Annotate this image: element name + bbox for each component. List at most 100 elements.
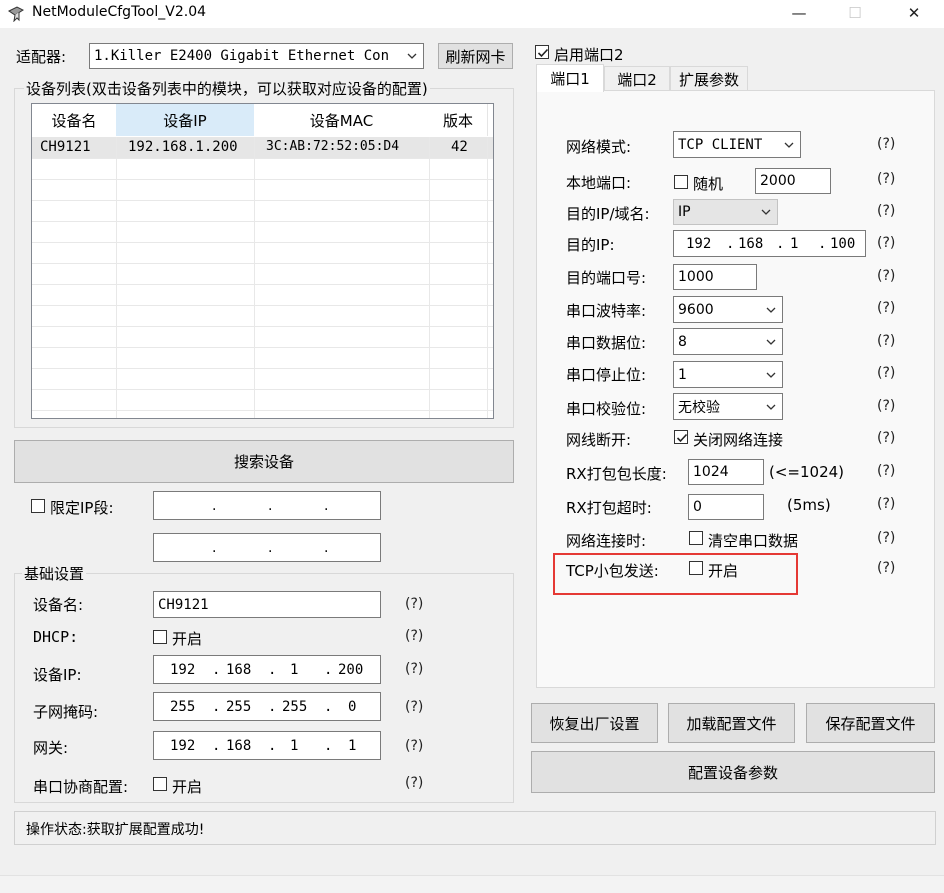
close-connection-label: 关闭网络连接 <box>693 431 784 449</box>
table-row[interactable]: CH9121 192.168.1.200 3C:AB:72:52:05:D4 4… <box>32 137 493 158</box>
tab-port1[interactable]: 端口1 <box>536 64 604 92</box>
net-connect-label: 网络连接时: <box>566 532 647 550</box>
help-tcp-small-packet[interactable]: (?) <box>877 560 895 576</box>
help-net-connect[interactable]: (?) <box>877 530 895 546</box>
help-gateway[interactable]: (?) <box>405 738 423 754</box>
ip-octet: 168 <box>226 661 252 678</box>
help-device-name[interactable]: (?) <box>405 596 423 612</box>
cable-disconnect-label: 网线断开: <box>566 431 632 449</box>
ip-limit-checkbox[interactable] <box>31 499 45 513</box>
subnet-mask-input[interactable]: 255 . 255 . 255 . 0 <box>153 692 381 721</box>
gateway-input[interactable]: 192 . 168 . 1 . 1 <box>153 731 381 760</box>
help-cable-disconnect[interactable]: (?) <box>877 430 895 446</box>
clear-serial-checkbox[interactable] <box>689 531 703 545</box>
data-bits-select[interactable]: 8 <box>673 328 783 355</box>
device-ip-input[interactable]: 192 . 168 . 1 . 200 <box>153 655 381 684</box>
help-rx-timeout[interactable]: (?) <box>877 496 895 512</box>
net-mode-select[interactable]: TCP CLIENT <box>673 131 801 158</box>
parity-select[interactable]: 无校验 <box>673 393 783 420</box>
parity-value: 无校验 <box>678 399 720 416</box>
tab-port2[interactable]: 端口2 <box>604 66 670 91</box>
stop-bits-select[interactable]: 1 <box>673 361 783 388</box>
ip-octet: 168 <box>226 737 252 754</box>
load-config-button[interactable]: 加载配置文件 <box>668 703 795 743</box>
ip-limit-end-input[interactable]: . . . <box>153 533 381 562</box>
dest-port-label: 目的端口号: <box>566 269 647 287</box>
close-button[interactable]: ✕ <box>891 0 937 28</box>
refresh-adapter-button[interactable]: 刷新网卡 <box>438 43 513 69</box>
help-baud-rate[interactable]: (?) <box>877 300 895 316</box>
help-subnet-mask[interactable]: (?) <box>405 699 423 715</box>
search-devices-button[interactable]: 搜索设备 <box>14 440 514 483</box>
ip-octet: 255 <box>226 698 252 715</box>
dest-ip-input[interactable]: 192 . 168 . 1 . 100 <box>673 230 866 257</box>
help-dest-type[interactable]: (?) <box>877 203 895 219</box>
ip-octet: 100 <box>830 235 856 252</box>
column-header-name[interactable]: 设备名 <box>32 104 117 136</box>
cell-device-name: CH9121 <box>40 139 91 155</box>
ip-octet: 255 <box>282 698 308 715</box>
ip-limit-start-input[interactable]: . . . <box>153 491 381 520</box>
data-bits-value: 8 <box>678 333 687 350</box>
column-header-mac[interactable]: 设备MAC <box>254 104 430 136</box>
table-row-line <box>32 389 493 390</box>
ip-octet: 0 <box>348 698 357 715</box>
table-column-line <box>429 137 430 418</box>
table-row-line <box>32 326 493 327</box>
ip-octet: 192 <box>686 235 712 252</box>
column-header-version[interactable]: 版本 <box>429 104 488 136</box>
tab-extended-params[interactable]: 扩展参数 <box>670 66 748 91</box>
enable-port2-label: 启用端口2 <box>554 46 624 64</box>
dest-type-select[interactable]: IP <box>673 199 778 225</box>
rx-pack-length-input[interactable]: 1024 <box>688 459 764 485</box>
save-config-button[interactable]: 保存配置文件 <box>806 703 935 743</box>
dhcp-checkbox[interactable] <box>153 630 167 644</box>
table-row-line <box>32 347 493 348</box>
table-row-line <box>32 305 493 306</box>
checkmark-icon <box>676 433 688 443</box>
factory-reset-button[interactable]: 恢复出厂设置 <box>531 703 658 743</box>
ip-octet: 192 <box>170 661 196 678</box>
close-connection-checkbox[interactable] <box>674 430 688 444</box>
chevron-down-icon <box>766 307 776 313</box>
window-title: NetModuleCfgTool_V2.04 <box>32 4 207 20</box>
random-port-checkbox[interactable] <box>674 175 688 189</box>
help-stop-bits[interactable]: (?) <box>877 365 895 381</box>
apply-config-button[interactable]: 配置设备参数 <box>531 751 935 793</box>
rx-timeout-input[interactable]: 0 <box>688 494 764 520</box>
baud-rate-label: 串口波特率: <box>566 302 647 320</box>
ip-dot: . <box>268 539 273 556</box>
ip-limit-label: 限定IP段: <box>50 499 114 517</box>
dest-port-input[interactable]: 1000 <box>673 264 757 290</box>
ip-octet: 1 <box>290 737 299 754</box>
help-local-port[interactable]: (?) <box>877 171 895 187</box>
net-mode-label: 网络模式: <box>566 138 632 156</box>
table-column-line <box>254 137 255 418</box>
chevron-down-icon <box>766 339 776 345</box>
ip-dot: . <box>324 539 329 556</box>
stop-bits-label: 串口停止位: <box>566 366 647 384</box>
enable-port2-checkbox[interactable] <box>535 45 549 59</box>
random-port-label: 随机 <box>693 175 724 193</box>
minimize-button[interactable]: — <box>776 0 822 28</box>
help-device-ip[interactable]: (?) <box>405 661 423 677</box>
serial-negotiation-checkbox[interactable] <box>153 777 167 791</box>
help-serial-negotiation[interactable]: (?) <box>405 775 423 791</box>
help-dest-port[interactable]: (?) <box>877 268 895 284</box>
help-parity[interactable]: (?) <box>877 398 895 414</box>
adapter-label: 适配器: <box>16 48 67 66</box>
help-data-bits[interactable]: (?) <box>877 333 895 349</box>
adapter-select[interactable]: 1.Killer E2400 Gigabit Ethernet Con <box>89 43 424 69</box>
help-net-mode[interactable]: (?) <box>877 136 895 152</box>
help-rx-pack-length[interactable]: (?) <box>877 463 895 479</box>
help-dhcp[interactable]: (?) <box>405 628 423 644</box>
device-table[interactable]: 设备名 设备IP 设备MAC 版本 CH9121 192.168.1.200 3… <box>31 103 494 419</box>
help-dest-ip[interactable]: (?) <box>877 235 895 251</box>
column-header-ip[interactable]: 设备IP <box>116 104 255 136</box>
local-port-input[interactable]: 2000 <box>755 168 831 194</box>
cell-device-version: 42 <box>451 139 468 155</box>
status-bar: 操作状态:获取扩展配置成功! <box>14 811 936 845</box>
baud-rate-select[interactable]: 9600 <box>673 296 783 323</box>
device-name-input[interactable]: CH9121 <box>153 591 381 618</box>
parity-label: 串口校验位: <box>566 400 647 418</box>
